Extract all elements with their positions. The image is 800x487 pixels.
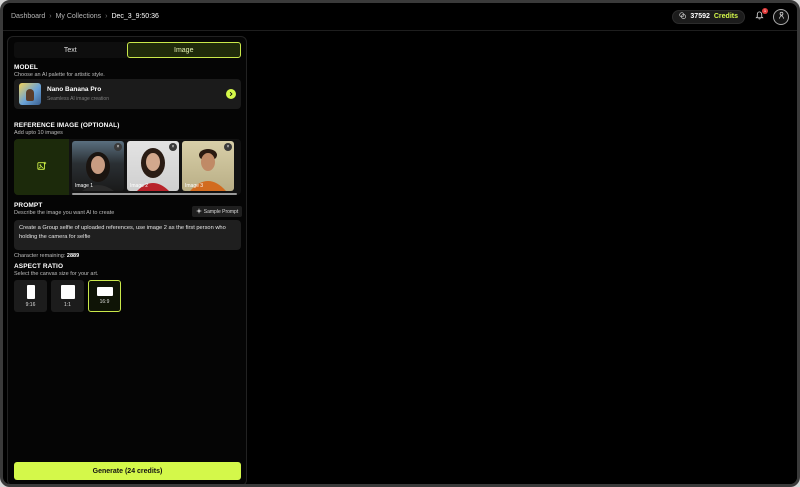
- breadcrumb: Dashboard › My Collections › Dec_3_9:50:…: [11, 13, 159, 20]
- app-window: Dashboard › My Collections › Dec_3_9:50:…: [0, 0, 800, 487]
- generate-button[interactable]: Generate (24 credits): [14, 462, 241, 480]
- reference-section-subtitle: Add upto 10 images: [14, 130, 63, 136]
- close-icon[interactable]: ×: [169, 143, 177, 151]
- reference-image-3[interactable]: × Image 3: [182, 141, 234, 191]
- reference-section-title: REFERENCE IMAGE (OPTIONAL): [14, 122, 120, 129]
- aspect-option-16-9[interactable]: 16:9: [88, 280, 121, 312]
- chevron-right-icon: ›: [49, 13, 52, 20]
- credits-pill[interactable]: 37592 Credits: [672, 9, 745, 24]
- model-selector[interactable]: Nano Banana Pro Seamless AI image creati…: [14, 79, 241, 109]
- aspect-option-9-16[interactable]: 9:16: [14, 280, 47, 312]
- reference-image-label: Image 1: [75, 183, 94, 189]
- tab-text[interactable]: Text: [14, 42, 127, 58]
- aspect-option-1-1[interactable]: 1:1: [51, 280, 84, 312]
- portrait-shape-icon: [26, 284, 35, 299]
- character-remaining-label: Character remaining:: [14, 253, 66, 259]
- prompt-input[interactable]: Create a Group selfie of uploaded refere…: [14, 220, 241, 250]
- character-remaining-value: 2889: [66, 253, 80, 259]
- close-icon[interactable]: ×: [114, 143, 122, 151]
- user-icon: [777, 11, 786, 22]
- credits-value: 37592: [690, 13, 710, 20]
- add-image-button[interactable]: [14, 139, 69, 195]
- canvas-area: [251, 32, 797, 484]
- model-description: Seamless AI image creation: [47, 96, 109, 102]
- chevron-right-icon[interactable]: [226, 89, 236, 99]
- aspect-option-label: 16:9: [99, 299, 110, 305]
- model-section-subtitle: Choose an AI palette for artistic style.: [14, 72, 105, 78]
- reference-image-label: Image 3: [185, 183, 204, 189]
- model-thumbnail: [19, 83, 41, 105]
- model-name: Nano Banana Pro: [47, 86, 102, 93]
- breadcrumb-my-collections[interactable]: My Collections: [56, 13, 102, 20]
- aspect-option-label: 1:1: [64, 301, 71, 308]
- close-icon[interactable]: ×: [224, 143, 232, 151]
- aspect-section-title: ASPECT RATIO: [14, 263, 64, 270]
- aspect-section-subtitle: Select the canvas size for your art.: [14, 271, 99, 277]
- sample-prompt-button[interactable]: Sample Prompt: [192, 206, 242, 217]
- chevron-right-icon: ›: [105, 13, 108, 20]
- avatar[interactable]: [773, 8, 789, 25]
- square-shape-icon: [60, 284, 75, 299]
- notification-badge: 1: [762, 7, 768, 14]
- aspect-option-label: 9:16: [25, 301, 36, 308]
- coins-icon: [679, 12, 687, 21]
- credits-label: Credits: [713, 13, 738, 20]
- reference-image-1[interactable]: × Image 1: [72, 141, 124, 191]
- model-section-title: MODEL: [14, 64, 38, 71]
- landscape-shape-icon: [96, 287, 113, 296]
- sample-prompt-label: Sample Prompt: [203, 208, 239, 215]
- reference-image-2[interactable]: × Image 2: [127, 141, 179, 191]
- character-remaining: Character remaining: 2889: [14, 253, 79, 259]
- add-image-icon: [36, 158, 47, 176]
- generation-panel: Text Image MODEL Choose an AI palette fo…: [7, 36, 247, 484]
- breadcrumb-dashboard[interactable]: Dashboard: [11, 13, 45, 20]
- reference-scrollbar[interactable]: [72, 193, 237, 195]
- reference-images: × Image 1 × Image 2 × Image 3: [14, 139, 241, 195]
- prompt-section-subtitle: Describe the image you want AI to create: [14, 210, 115, 216]
- tab-image[interactable]: Image: [126, 42, 241, 58]
- sparkle-icon: [195, 207, 202, 216]
- mode-tabs: Text Image: [14, 42, 241, 58]
- prompt-section-title: PROMPT: [14, 202, 43, 209]
- top-bar: Dashboard › My Collections › Dec_3_9:50:…: [3, 3, 797, 31]
- notification-bell[interactable]: 1: [753, 7, 768, 23]
- reference-image-label: Image 2: [130, 183, 149, 189]
- breadcrumb-current: Dec_3_9:50:36: [111, 13, 159, 20]
